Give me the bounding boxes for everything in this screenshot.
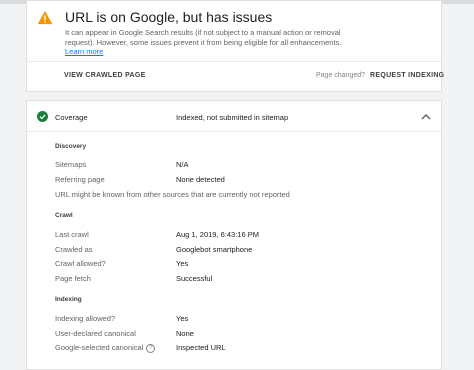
google-canonical-label: Google-selected canonical <box>55 343 144 352</box>
crawled-as-label: Crawled as <box>55 245 93 254</box>
request-indexing-button[interactable]: REQUEST INDEXING <box>370 72 444 79</box>
coverage-status: Indexed, not submitted in sitemap <box>176 113 289 122</box>
check-circle-icon <box>37 111 48 122</box>
user-canonical-value: None <box>176 329 194 338</box>
chevron-up-icon[interactable] <box>421 113 431 120</box>
last-crawl-value: Aug 1, 2019, 6:43:16 PM <box>176 230 259 239</box>
page-title: URL is on Google, but has issues <box>65 9 273 25</box>
last-crawl-label: Last crawl <box>55 230 89 239</box>
google-canonical-row-label: Google-selected canonical? <box>55 343 156 353</box>
user-canonical-label: User-declared canonical <box>55 329 136 338</box>
coverage-header[interactable]: Coverage Indexed, not submitted in sitem… <box>27 101 441 132</box>
sitemaps-label: Sitemaps <box>55 160 87 169</box>
discovery-heading: Discovery <box>55 143 87 150</box>
referring-page-label: Referring page <box>55 175 105 184</box>
page-fetch-value: Successful <box>176 274 213 283</box>
issue-summary-card: URL is on Google, but has issues It can … <box>26 0 444 92</box>
google-canonical-value: Inspected URL <box>176 343 226 352</box>
discovery-note: URL might be known from other sources th… <box>55 190 290 199</box>
coverage-card: Coverage Indexed, not submitted in sitem… <box>26 100 442 370</box>
view-crawled-page-button[interactable]: VIEW CRAWLED PAGE <box>64 72 146 79</box>
page-fetch-label: Page fetch <box>55 274 91 283</box>
warning-icon <box>37 10 53 25</box>
issue-description-text: It can appear in Google Search results (… <box>65 28 342 47</box>
indexing-heading: Indexing <box>55 296 82 303</box>
coverage-label: Coverage <box>55 113 88 122</box>
sitemaps-value: N/A <box>176 160 189 169</box>
crawl-allowed-value: Yes <box>176 259 189 268</box>
card-divider <box>27 61 441 62</box>
crawl-allowed-label: Crawl allowed? <box>55 259 106 268</box>
help-icon[interactable]: ? <box>146 343 156 353</box>
crawled-as-value: Googlebot smartphone <box>176 245 253 254</box>
issue-description: It can appear in Google Search results (… <box>65 28 365 57</box>
page-changed-label: Page changed? <box>316 72 366 79</box>
crawl-heading: Crawl <box>55 212 73 219</box>
indexing-allowed-label: Indexing allowed? <box>55 314 116 323</box>
indexing-allowed-value: Yes <box>176 314 189 323</box>
referring-page-value: None detected <box>176 175 225 184</box>
learn-more-link[interactable]: Learn more <box>65 47 103 56</box>
